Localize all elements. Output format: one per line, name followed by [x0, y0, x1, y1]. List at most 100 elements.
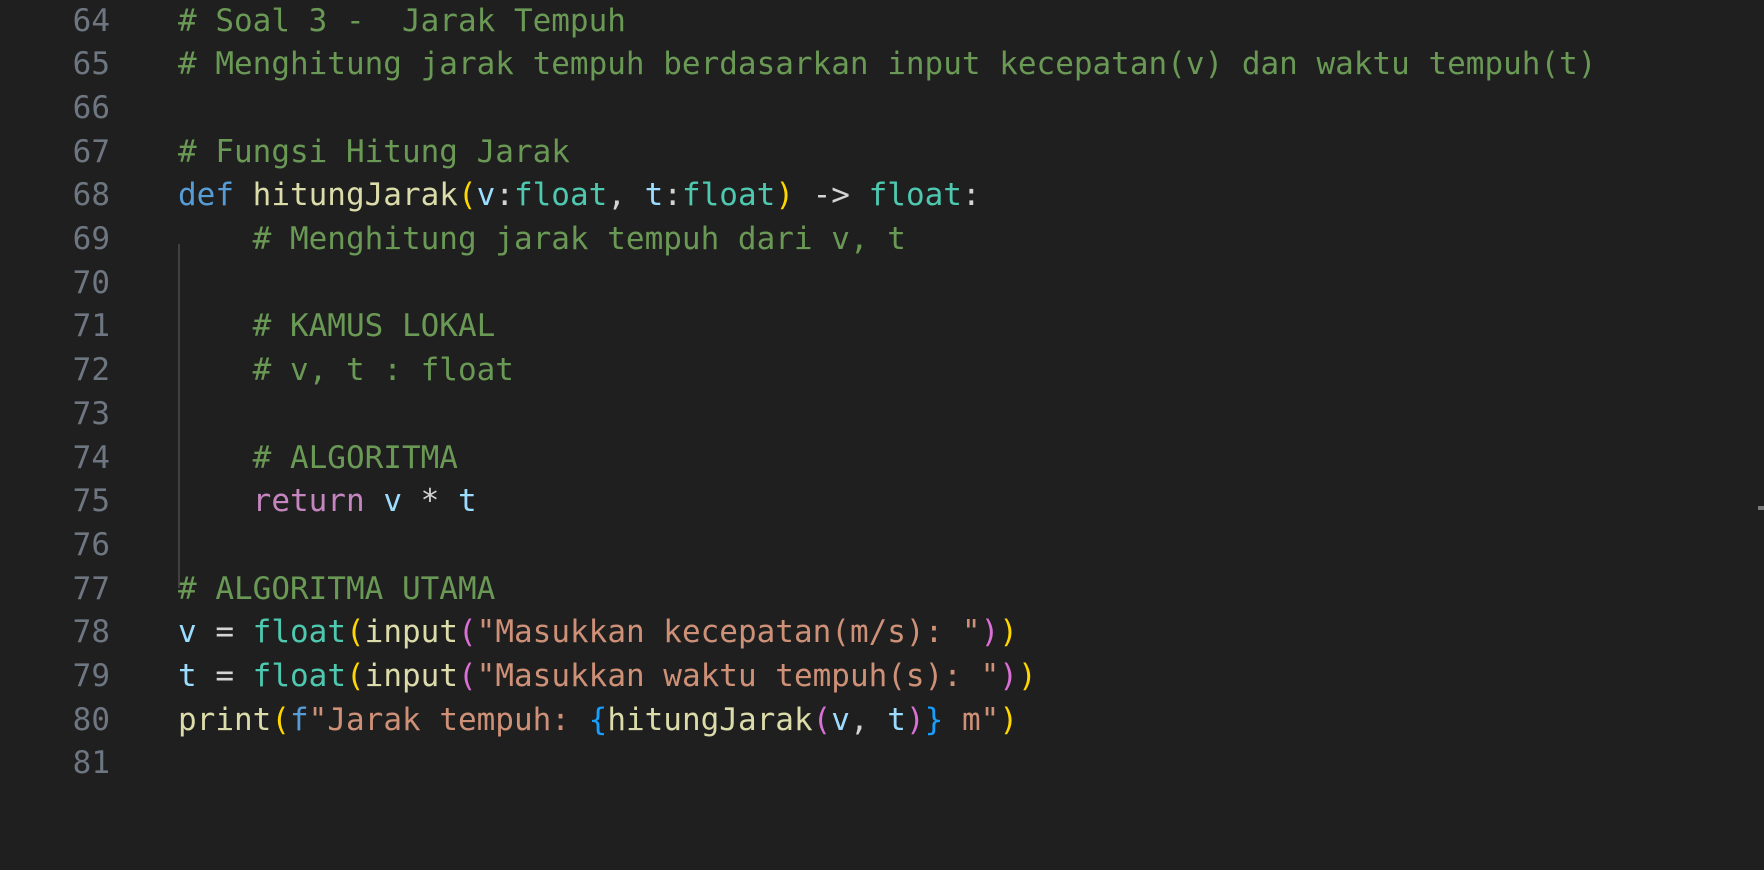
code-token: print: [178, 701, 272, 738]
code-text[interactable]: # KAMUS LOKAL: [178, 308, 496, 345]
code-token: # Menghitung jarak tempuh berdasarkan in…: [178, 46, 1597, 83]
code-line[interactable]: 72 # v, t : float: [0, 346, 1764, 395]
code-token: (: [457, 177, 477, 214]
code-token: (: [812, 701, 832, 738]
code-token: ): [999, 614, 1018, 651]
code-line[interactable]: 78 v = float(input("Masukkan kecepatan(m/…: [0, 608, 1764, 657]
code-token: ): [1017, 658, 1037, 694]
line-number: 74: [72, 439, 110, 476]
code-line[interactable]: 74 # ALGORITMA: [0, 433, 1764, 482]
code-token: =: [196, 658, 253, 694]
code-token: ): [980, 614, 1000, 651]
code-token: :: [663, 177, 682, 214]
code-token: float: [513, 177, 608, 214]
code-line[interactable]: 67 # Fungsi Hitung Jarak: [0, 127, 1764, 176]
code-text[interactable]: return v * t: [178, 483, 477, 519]
code-text[interactable]: # Soal 3 - Jarak Tempuh: [178, 3, 626, 39]
line-number: 66: [72, 89, 110, 126]
code-token: return: [252, 483, 365, 520]
code-token: "Masukkan kecepatan(m/s): ": [476, 614, 981, 651]
code-token: ): [999, 658, 1018, 694]
code-token: hitungJarak: [607, 701, 813, 738]
code-line[interactable]: 77 # ALGORITMA UTAMA: [0, 564, 1764, 613]
code-token: t: [178, 658, 197, 694]
code-token: *: [401, 483, 458, 520]
code-token: # ALGORITMA UTAMA: [178, 570, 496, 607]
code-token: t: [644, 177, 664, 214]
code-line[interactable]: 71 # KAMUS LOKAL: [0, 302, 1764, 351]
code-token: ): [999, 701, 1018, 738]
code-token: v: [178, 614, 197, 651]
line-number: 70: [72, 264, 110, 301]
line-number: 81: [72, 745, 110, 782]
code-text[interactable]: # ALGORITMA: [178, 440, 458, 476]
code-token: def: [178, 177, 253, 214]
code-token: (: [458, 614, 477, 651]
line-number: 69: [72, 221, 110, 257]
line-number: 64: [72, 2, 110, 39]
code-line[interactable]: 75 return v * t: [0, 477, 1764, 526]
scrollbar-marker[interactable]: [1758, 506, 1764, 510]
code-token: "Jarak tempuh:: [308, 701, 589, 738]
code-token: # KAMUS LOKAL: [178, 308, 496, 345]
line-number: 73: [72, 395, 110, 432]
line-number: 80: [72, 701, 110, 738]
code-text[interactable]: # Menghitung jarak tempuh berdasarkan in…: [178, 46, 1596, 82]
code-token: ): [905, 701, 925, 738]
code-token: {: [588, 701, 608, 738]
code-token: # Menghitung jarak tempuh dari v, t: [178, 221, 906, 257]
line-number: 76: [72, 526, 110, 563]
code-token: ,: [849, 701, 888, 738]
code-token: :: [495, 177, 514, 214]
line-number: 75: [72, 483, 110, 520]
line-number: 72: [72, 352, 110, 389]
code-token: float: [252, 658, 346, 694]
code-token: ,: [607, 177, 645, 214]
line-number: 65: [72, 46, 110, 83]
code-token: v: [383, 483, 402, 520]
code-token: t: [457, 483, 477, 520]
code-editor[interactable]: 64 # Soal 3 - Jarak Tempuh 65 # Menghitung …: [0, 0, 1764, 870]
code-token: ->: [793, 177, 869, 214]
code-token: =: [196, 614, 253, 651]
line-number: 78: [72, 614, 110, 651]
code-text[interactable]: def hitungJarak(v:float, t:float) -> flo…: [178, 177, 981, 213]
code-line[interactable]: 79 t = float(input("Masukkan waktu tempuh…: [0, 652, 1764, 701]
code-token: float: [681, 177, 776, 214]
code-text[interactable]: # v, t : float: [178, 352, 514, 388]
code-line[interactable]: 73: [0, 389, 1764, 438]
code-line[interactable]: 80 print(f"Jarak tempuh: {hitungJarak(v, …: [0, 695, 1764, 744]
line-number: 77: [72, 570, 110, 607]
code-line[interactable]: 68 def hitungJarak(v:float, t:float) -> f…: [0, 171, 1764, 220]
code-token: hitungJarak: [252, 177, 458, 214]
code-token: t: [887, 701, 906, 738]
code-line[interactable]: 64 # Soal 3 - Jarak Tempuh: [0, 0, 1764, 45]
code-text[interactable]: t = float(input("Masukkan waktu tempuh(s…: [178, 658, 1037, 694]
code-text[interactable]: print(f"Jarak tempuh: {hitungJarak(v, t)…: [178, 702, 1018, 738]
code-text[interactable]: # Menghitung jarak tempuh dari v, t: [178, 221, 906, 257]
code-text[interactable]: v = float(input("Masukkan kecepatan(m/s)…: [178, 614, 1018, 650]
line-number: 67: [72, 133, 110, 170]
line-number: 79: [72, 658, 110, 694]
code-token: "Masukkan waktu tempuh(s): ": [476, 658, 1000, 694]
code-text[interactable]: # Fungsi Hitung Jarak: [178, 134, 570, 170]
code-token: v: [476, 177, 496, 214]
code-line[interactable]: 69 # Menghitung jarak tempuh dari v, t: [0, 215, 1764, 264]
line-number: 71: [72, 308, 110, 345]
code-token: m": [943, 701, 1000, 738]
code-line[interactable]: 70: [0, 258, 1764, 307]
code-token: :: [961, 177, 981, 214]
code-line[interactable]: 81: [0, 739, 1764, 788]
code-token: ): [775, 177, 794, 214]
code-line[interactable]: 66: [0, 83, 1764, 132]
code-token: # Fungsi Hitung Jarak: [178, 133, 570, 170]
code-token: # Soal 3 - Jarak Tempuh: [178, 2, 626, 39]
code-token: (: [271, 701, 290, 738]
code-text[interactable]: # ALGORITMA UTAMA: [178, 571, 495, 607]
code-line[interactable]: 76: [0, 520, 1764, 569]
code-token: # v, t : float: [178, 352, 514, 389]
code-line[interactable]: 65 # Menghitung jarak tempuh berdasarkan …: [0, 40, 1764, 89]
code-token: (: [346, 614, 365, 651]
